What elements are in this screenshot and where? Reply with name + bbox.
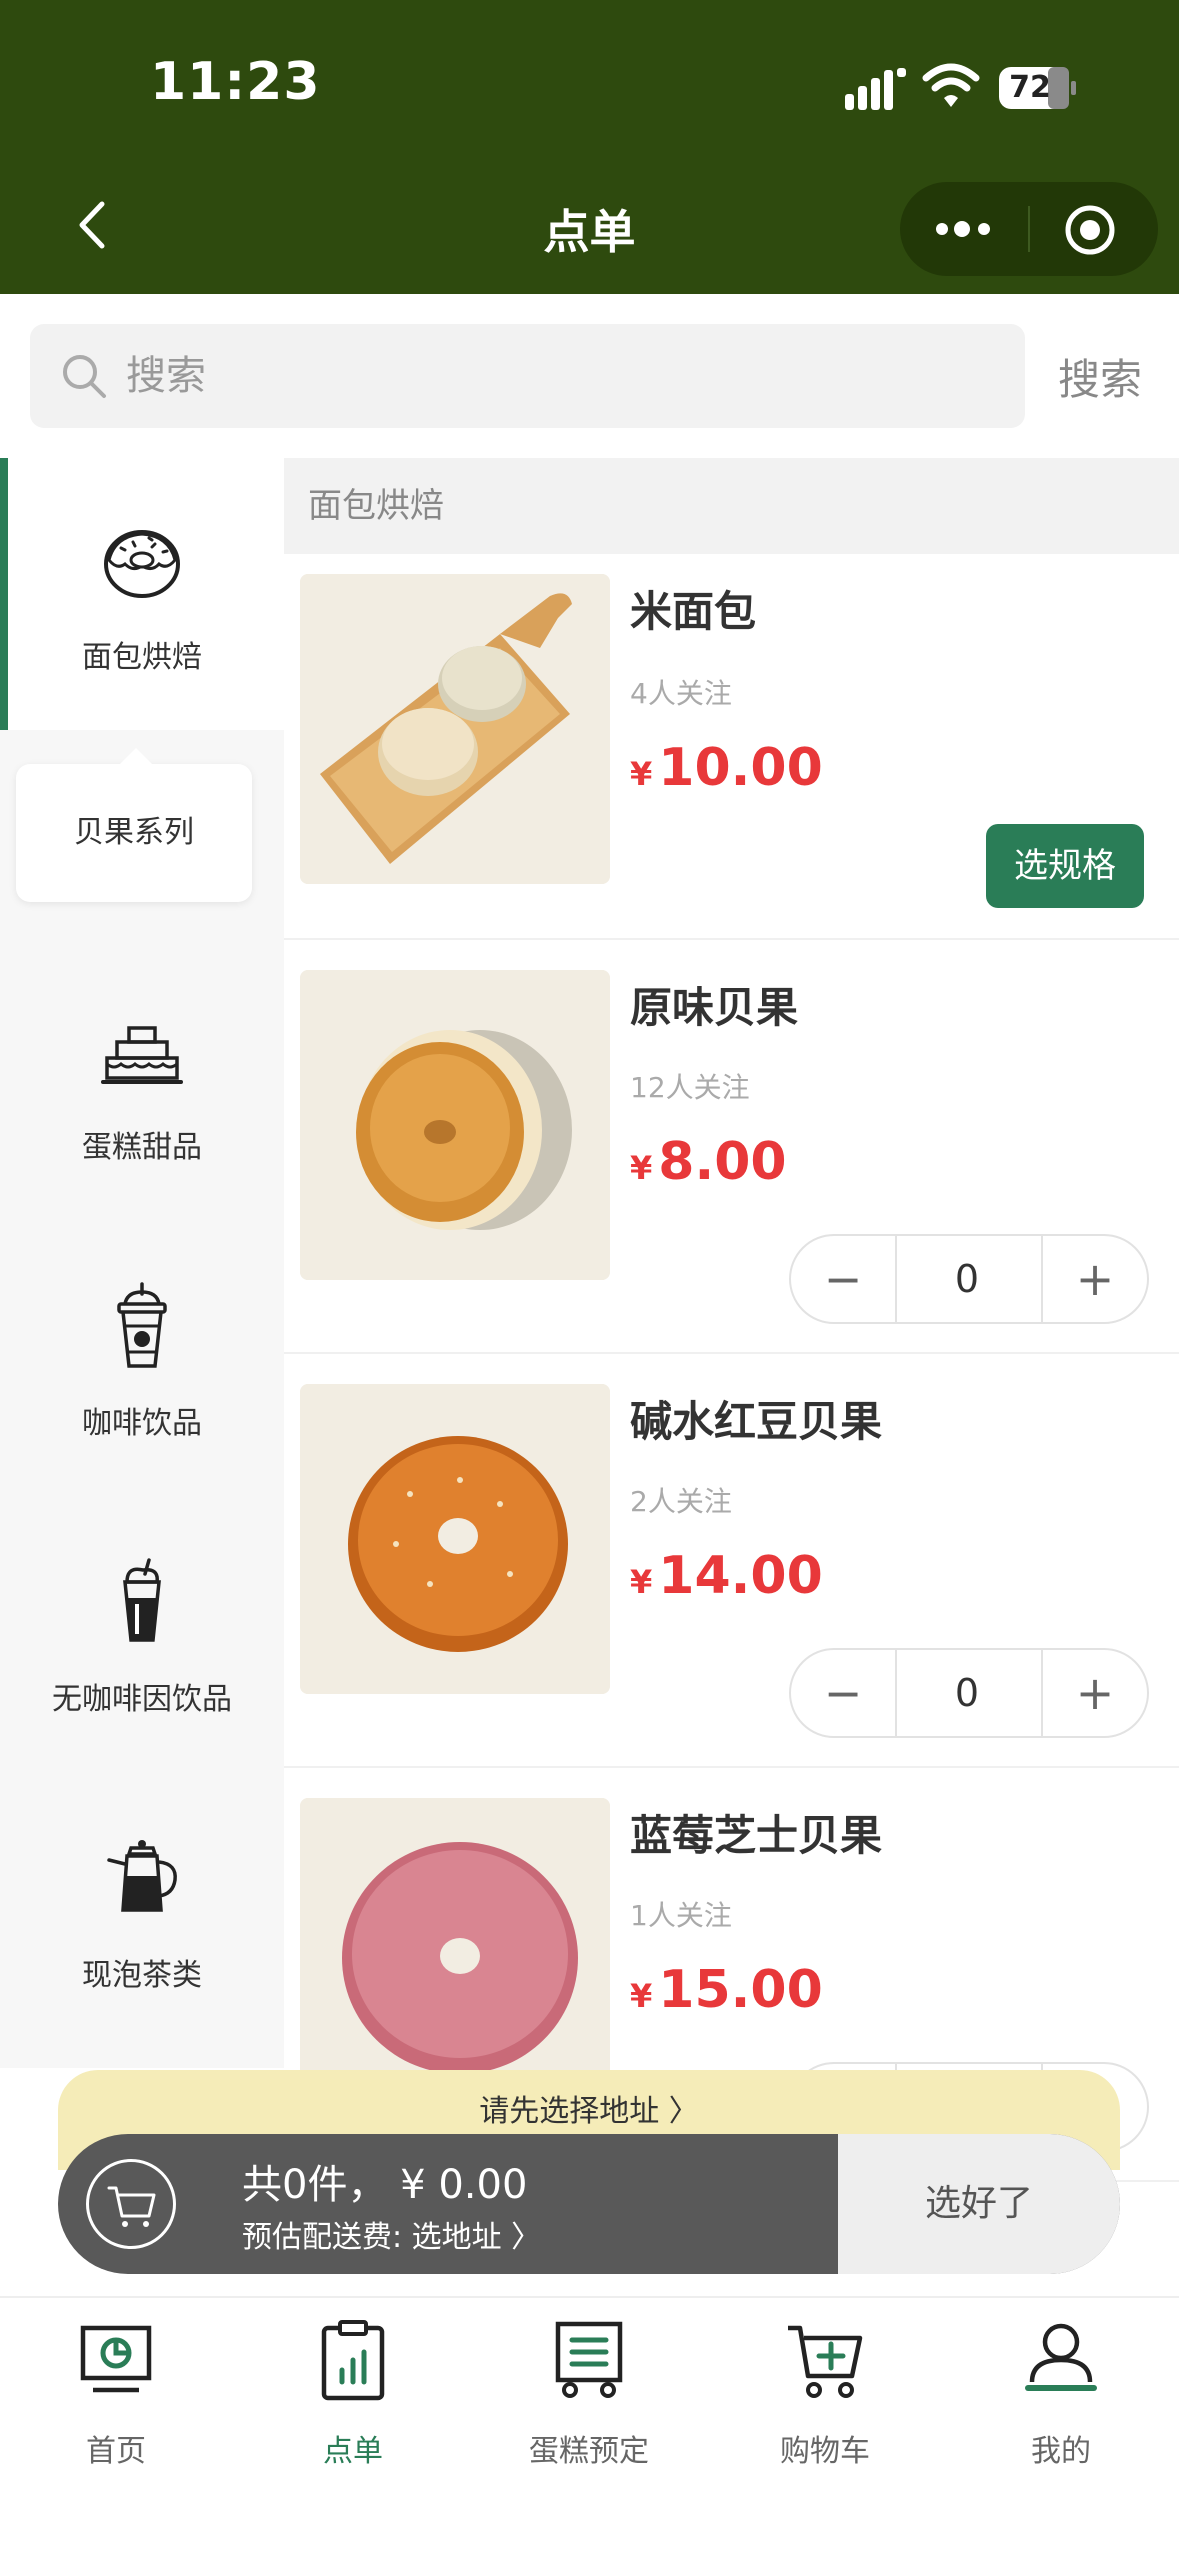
tab-label: 蛋糕预定 [529, 2434, 649, 2469]
tab-label: 点单 [323, 2434, 383, 2469]
currency-symbol: ¥ [630, 755, 653, 793]
currency-symbol: ¥ [630, 1149, 653, 1187]
search-icon [63, 355, 106, 398]
product-image [300, 970, 610, 1280]
price-value: 10.00 [658, 738, 823, 798]
tab-cart[interactable]: 购物车 [725, 2316, 925, 2470]
cart-list-icon [555, 2321, 623, 2398]
decrease-button[interactable]: − [791, 1236, 897, 1322]
wifi-icon [922, 63, 980, 107]
active-indicator [0, 458, 8, 730]
product-name: 蓝莓芝士贝果 [630, 1811, 883, 1860]
signal-icon [845, 68, 906, 110]
sidebar-item-decaf[interactable]: 无咖啡因饮品 [0, 1556, 284, 1718]
product-price: ¥8.00 [630, 1132, 787, 1192]
sidebar-item-coffee[interactable]: 咖啡饮品 [0, 1280, 284, 1442]
currency-symbol: ¥ [630, 1977, 653, 2015]
currency-symbol: ¥ [630, 1563, 653, 1601]
increase-button[interactable]: + [1041, 1236, 1147, 1322]
sidebar-item-label: 咖啡饮品 [82, 1406, 202, 1441]
tab-label: 我的 [1031, 2434, 1091, 2469]
cake-icon [101, 1026, 183, 1084]
tab-label: 购物车 [780, 2434, 870, 2469]
battery-icon: 72 [998, 66, 1078, 110]
increase-button[interactable]: + [1041, 1650, 1147, 1736]
clipboard-chart-icon [321, 2320, 385, 2401]
quantity-value: 0 [954, 1257, 980, 1301]
decrease-button[interactable]: − [791, 1650, 897, 1736]
coffee-cup-icon [117, 1282, 167, 1368]
product-follow-count: 1人关注 [630, 1899, 732, 1932]
product-follow-count: 12人关注 [630, 1071, 750, 1104]
tab-home[interactable]: 首页 [16, 2316, 216, 2470]
product-image [300, 574, 610, 884]
shopping-cart-icon [788, 2325, 863, 2398]
price-value: 8.00 [658, 1132, 787, 1192]
quantity-stepper: − 0 + [789, 1648, 1149, 1738]
tab-label: 首页 [86, 2434, 146, 2469]
close-miniprogram-icon[interactable] [1062, 202, 1118, 258]
product-follow-count: 2人关注 [630, 1485, 732, 1518]
price-value: 15.00 [658, 1960, 823, 2020]
select-spec-button[interactable]: 选规格 [986, 824, 1144, 908]
battery-level: 72 [1009, 70, 1051, 105]
cart-icon[interactable] [86, 2159, 176, 2249]
donut-icon [104, 530, 180, 598]
product-image [300, 1798, 610, 2108]
quantity-value: 0 [954, 1671, 980, 1715]
mini-program-capsule [900, 182, 1158, 276]
checkout-button[interactable]: 选好了 [838, 2134, 1120, 2274]
product-card[interactable]: 碱水红豆贝果 2人关注 ¥14.00 − 0 + [284, 1354, 1179, 1768]
product-image [300, 1384, 610, 1694]
sidebar-item-label: 面包烘焙 [82, 640, 202, 675]
section-title: 面包烘焙 [284, 458, 1179, 554]
product-follow-count: 4人关注 [630, 677, 732, 710]
product-name: 碱水红豆贝果 [630, 1397, 883, 1446]
tab-cake-reserve[interactable]: 蛋糕预定 [489, 2316, 689, 2470]
tab-bar: 首页 点单 蛋糕预定 购物车 我的 [0, 2296, 1179, 2556]
sidebar-item-tea[interactable]: 现泡茶类 [0, 1832, 284, 1994]
product-price: ¥14.00 [630, 1546, 823, 1606]
sidebar-item-label: 无咖啡因饮品 [52, 1682, 232, 1717]
product-name: 米面包 [630, 587, 757, 636]
user-icon [1025, 2323, 1097, 2391]
more-icon[interactable] [932, 206, 996, 252]
tab-order[interactable]: 点单 [253, 2316, 453, 2470]
status-time: 11:23 [150, 52, 321, 112]
product-price: ¥15.00 [630, 1960, 823, 2020]
quantity-stepper: − 0 + [789, 1234, 1149, 1324]
sub-category-bagel[interactable]: 贝果系列 [16, 748, 252, 902]
tab-profile[interactable]: 我的 [961, 2316, 1161, 2470]
sidebar-item-cake[interactable]: 蛋糕甜品 [0, 1004, 284, 1166]
teapot-icon [107, 1840, 177, 1912]
cart-bar: 共0件， ¥ 0.00 预估配送费: 选地址 〉 选好了 [58, 2134, 1120, 2274]
sidebar-item-label: 现泡茶类 [82, 1958, 202, 1993]
category-sidebar: 面包烘焙 贝果系列 蛋糕甜品 咖啡饮品 无咖啡因饮品 现泡茶类 [0, 458, 284, 2068]
price-value: 14.00 [658, 1546, 823, 1606]
search-input[interactable] [126, 324, 986, 428]
cart-total: 共0件， ¥ 0.00 [242, 2162, 528, 2208]
sidebar-item-label: 蛋糕甜品 [82, 1130, 202, 1165]
product-card[interactable]: 米面包 4人关注 ¥10.00 选规格 [284, 554, 1179, 940]
delivery-fee-link[interactable]: 预估配送费: 选地址 〉 [242, 2212, 541, 2256]
header-bar: 11:23 72 点单 [0, 0, 1179, 294]
search-box [30, 324, 1025, 428]
product-name: 原味贝果 [630, 983, 799, 1032]
capsule-divider [1028, 206, 1030, 252]
sidebar-item-bread[interactable]: 面包烘焙 [0, 458, 284, 730]
milkshake-icon [123, 1558, 161, 1642]
product-price: ¥10.00 [630, 738, 823, 798]
search-button[interactable]: 搜索 [1058, 346, 1142, 407]
product-card[interactable]: 原味贝果 12人关注 ¥8.00 − 0 + [284, 940, 1179, 1354]
home-screen-icon [80, 2325, 152, 2393]
